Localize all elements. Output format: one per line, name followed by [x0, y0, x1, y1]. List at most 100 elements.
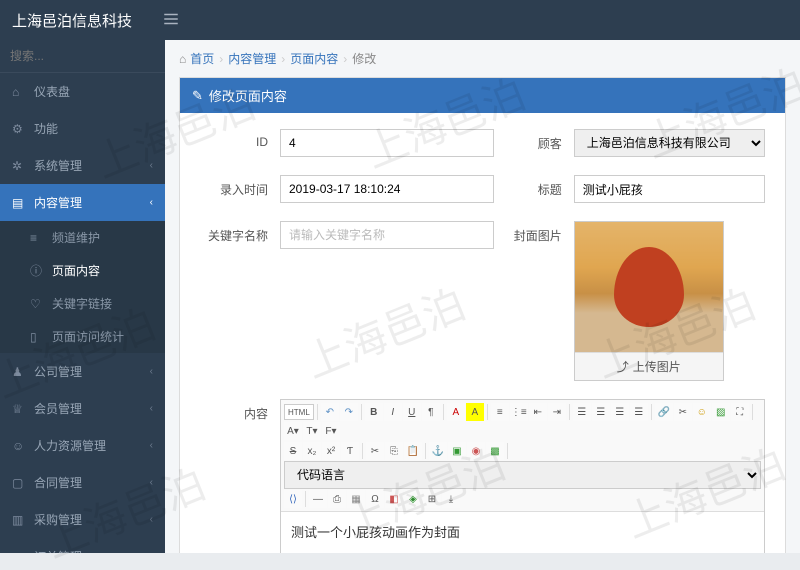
gear-icon: ⚙	[12, 122, 26, 136]
breadcrumb-link[interactable]: 页面内容	[290, 50, 338, 67]
superscript-button[interactable]: x²	[322, 442, 340, 460]
image-button[interactable]: ▨	[712, 403, 730, 421]
breadcrumb-sep: ›	[219, 52, 223, 66]
align-right-button[interactable]: ☰	[611, 403, 629, 421]
input-time[interactable]	[280, 175, 494, 203]
box-icon: ▢	[12, 476, 26, 490]
search-input[interactable]	[10, 49, 165, 63]
bg-color-button[interactable]: A	[466, 403, 484, 421]
sidebar-item-label: 内容管理	[34, 194, 150, 211]
person-icon: ☺	[12, 439, 26, 453]
label-title: 标题	[494, 175, 574, 198]
sidebar-subitem-channel[interactable]: ≡ 频道维护	[0, 221, 165, 254]
video-button[interactable]: ▣	[448, 442, 466, 460]
sidebar-item-dashboard[interactable]: ⌂ 仪表盘	[0, 73, 165, 110]
sidebar-item-content[interactable]: ▤ 内容管理 ‹	[0, 184, 165, 221]
chevron-left-icon: ‹	[150, 197, 153, 208]
text-color-button[interactable]: A	[447, 403, 465, 421]
paste-button[interactable]: 📋	[404, 442, 422, 460]
input-title[interactable]	[574, 175, 765, 203]
menu-toggle-button[interactable]	[162, 10, 180, 31]
sidebar-subitem-keyword[interactable]: ♡ 关键字链接	[0, 287, 165, 320]
redo-button[interactable]: ↷	[340, 403, 358, 421]
template-button[interactable]: ⊞	[423, 490, 441, 508]
cut-button[interactable]: ✂	[366, 442, 384, 460]
label-keyword: 关键字名称	[200, 221, 280, 244]
unordered-list-button[interactable]: ⋮≡	[510, 403, 528, 421]
align-justify-button[interactable]: ☰	[630, 403, 648, 421]
sidebar-item-label: 关键字链接	[52, 295, 153, 312]
dashboard-icon: ⌂	[12, 85, 26, 99]
sidebar-item-order[interactable]: ▤ 订单管理 ‹	[0, 538, 165, 553]
underline-button[interactable]: U	[403, 403, 421, 421]
emoji-button[interactable]: ☺	[693, 403, 711, 421]
align-left-button[interactable]: ☰	[573, 403, 591, 421]
label-customer: 顾客	[494, 129, 574, 152]
hr-button[interactable]: —	[309, 490, 327, 508]
breadcrumb-sep: ›	[281, 52, 285, 66]
breadcrumb-home[interactable]: 首页	[190, 50, 214, 67]
label-id: ID	[200, 129, 280, 149]
copy-button[interactable]: ⎘	[385, 442, 403, 460]
image-placeholder-icon	[614, 247, 684, 327]
special-char-button[interactable]: Ω	[366, 490, 384, 508]
edit-icon: ✎	[192, 88, 203, 104]
sidebar-item-label: 订单管理	[34, 548, 150, 553]
strike-button[interactable]: S	[284, 442, 302, 460]
undo-button[interactable]: ↶	[321, 403, 339, 421]
sidebar-item-company[interactable]: ♟ 公司管理 ‹	[0, 353, 165, 390]
indent-button[interactable]: ⇥	[548, 403, 566, 421]
sidebar-item-label: 采购管理	[34, 511, 150, 528]
subscript-button[interactable]: x₂	[303, 442, 321, 460]
trophy-icon: ♕	[12, 402, 26, 416]
panel-title: 修改页面内容	[209, 86, 287, 105]
bold-button[interactable]: B	[365, 403, 383, 421]
fullscreen-button[interactable]: ⛶	[731, 403, 749, 421]
select-customer[interactable]: 上海邑泊信息科技有限公司	[574, 129, 765, 157]
input-id[interactable]	[280, 129, 494, 157]
panel-header: ✎ 修改页面内容	[180, 78, 785, 113]
table-button[interactable]: ▦	[347, 490, 365, 508]
font-color-button[interactable]: A▾	[284, 422, 302, 440]
attachment-button[interactable]: ◉	[467, 442, 485, 460]
sidebar-item-system[interactable]: ✲ 系统管理 ‹	[0, 147, 165, 184]
upload-image-button[interactable]: ⤴ 上传图片	[575, 352, 723, 380]
sidebar-item-label: 会员管理	[34, 400, 150, 417]
print-button[interactable]: ⎙	[328, 490, 346, 508]
sidebar-item-purchase[interactable]: ▥ 采购管理 ‹	[0, 501, 165, 538]
sidebar-submenu: ≡ 频道维护 ⓘ 页面内容 ♡ 关键字链接 ▯ 页面访问统计	[0, 221, 165, 353]
date-button[interactable]: ◧	[385, 490, 403, 508]
ordered-list-button[interactable]: ≡	[491, 403, 509, 421]
align-center-button[interactable]: ☰	[592, 403, 610, 421]
unlink-button[interactable]: ✂	[674, 403, 692, 421]
breadcrumb-link[interactable]: 内容管理	[228, 50, 276, 67]
sidebar-search	[0, 40, 165, 73]
sidebar-item-hr[interactable]: ☺ 人力资源管理 ‹	[0, 427, 165, 464]
html-source-button[interactable]: HTML	[284, 404, 314, 420]
link-button[interactable]: 🔗	[655, 403, 673, 421]
label-content: 内容	[200, 399, 280, 422]
sidebar-item-contract[interactable]: ▢ 合同管理 ‹	[0, 464, 165, 501]
sidebar-item-label: 公司管理	[34, 363, 150, 380]
font-size-button[interactable]: T▾	[303, 422, 321, 440]
code-button[interactable]: ⟨⟩	[284, 490, 302, 508]
sidebar-item-label: 频道维护	[52, 229, 153, 246]
sidebar-item-function[interactable]: ⚙ 功能	[0, 110, 165, 147]
pagebreak-button[interactable]: ⤓	[442, 490, 460, 508]
anchor-button[interactable]: ⚓	[429, 442, 447, 460]
editor-textarea[interactable]: 测试一个小屁孩动画作为封面	[281, 512, 764, 553]
code-lang-select[interactable]: 代码语言	[284, 461, 761, 489]
sidebar-item-member[interactable]: ♕ 会员管理 ‹	[0, 390, 165, 427]
font-family-button[interactable]: F▾	[322, 422, 340, 440]
sidebar-subitem-visitstats[interactable]: ▯ 页面访问统计	[0, 320, 165, 353]
input-keyword[interactable]	[280, 221, 494, 249]
clear-format-button[interactable]: Ƭ	[341, 442, 359, 460]
italic-button[interactable]: I	[384, 403, 402, 421]
outdent-button[interactable]: ⇤	[529, 403, 547, 421]
multi-image-button[interactable]: ▩	[486, 442, 504, 460]
rich-text-editor: HTML ↶ ↷ B I U ¶	[280, 399, 765, 553]
map-button[interactable]: ◈	[404, 490, 422, 508]
format-button[interactable]: ¶	[422, 403, 440, 421]
panel-body: ID 顾客 上海邑泊信息科技有限公司 录入时间	[180, 113, 785, 553]
sidebar-subitem-pagecontent[interactable]: ⓘ 页面内容	[0, 254, 165, 287]
